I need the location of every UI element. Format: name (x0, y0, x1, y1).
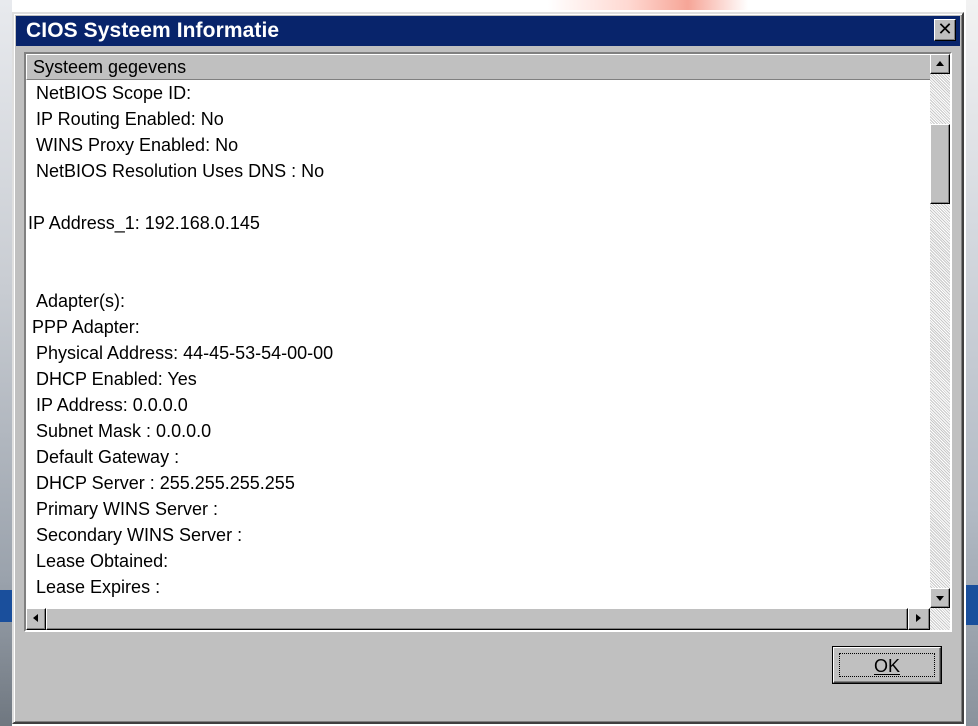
list-line-ip-routing: IP Routing Enabled: No (36, 109, 224, 129)
list-header: Systeem gegevens (26, 54, 930, 80)
list-line-dhcp-enabled: DHCP Enabled: Yes (36, 369, 197, 389)
scrollbar-corner (930, 608, 950, 630)
ok-button-face: OK (833, 647, 941, 683)
list-line-dhcp-server: DHCP Server : 255.255.255.255 (36, 473, 295, 493)
horizontal-scrollbar[interactable] (26, 608, 930, 630)
list-line-lease-obtained: Lease Obtained: (36, 551, 169, 571)
list-line-primary-wins: Primary WINS Server : (36, 499, 219, 519)
list-line-ip-address-1: IP Address_1: 192.168.0.145 (28, 213, 260, 233)
desktop-background-accent (548, 0, 748, 10)
list-line-physical-address: Physical Address: 44-45-53-54-00-00 (36, 343, 334, 363)
ok-button-label: OK (873, 656, 900, 676)
scroll-right-arrow-icon (916, 614, 921, 622)
list-line-adapters: Adapter(s): (36, 291, 126, 311)
scroll-right-button[interactable] (908, 608, 930, 630)
close-button[interactable]: ✕ (934, 19, 956, 41)
scroll-down-button[interactable] (930, 588, 950, 608)
horizontal-scroll-thumb[interactable] (46, 608, 908, 630)
list-line-netbios-scope: NetBIOS Scope ID: (36, 83, 192, 103)
system-info-dialog: CIOS Systeem Informatie ✕ Systeem gegeve… (12, 12, 964, 724)
scroll-down-arrow-icon (936, 596, 944, 601)
title-bar[interactable]: CIOS Systeem Informatie ✕ (16, 16, 960, 46)
scroll-left-arrow-icon (33, 614, 38, 622)
list-line-default-gateway: Default Gateway : (36, 447, 180, 467)
list-line-ip-address: IP Address: 0.0.0.0 (36, 395, 188, 415)
vertical-scroll-thumb[interactable] (930, 124, 950, 204)
scroll-up-button[interactable] (930, 54, 950, 74)
ok-button[interactable]: OK (832, 646, 942, 684)
system-info-listbox[interactable]: Systeem gegevens NetBIOS Scope ID: IP Ro… (24, 52, 952, 632)
list-content: Systeem gegevens NetBIOS Scope ID: IP Ro… (26, 54, 930, 608)
list-line-ppp-adapter: PPP Adapter: (32, 317, 140, 337)
list-line-secondary-wins: Secondary WINS Server : (36, 525, 243, 545)
close-icon: ✕ (937, 19, 953, 39)
desktop-background-shape-right (966, 585, 978, 625)
vertical-scrollbar[interactable] (930, 54, 950, 608)
scroll-left-button[interactable] (26, 608, 46, 630)
scroll-up-arrow-icon (936, 61, 944, 66)
list-line-wins-proxy: WINS Proxy Enabled: No (36, 135, 239, 155)
list-line-netbios-dns: NetBIOS Resolution Uses DNS : No (36, 161, 325, 181)
list-line-subnet-mask: Subnet Mask : 0.0.0.0 (36, 421, 212, 441)
list-line-lease-expires: Lease Expires : (36, 577, 161, 597)
desktop-background-shape-left (0, 590, 12, 622)
window-title: CIOS Systeem Informatie (26, 19, 280, 42)
